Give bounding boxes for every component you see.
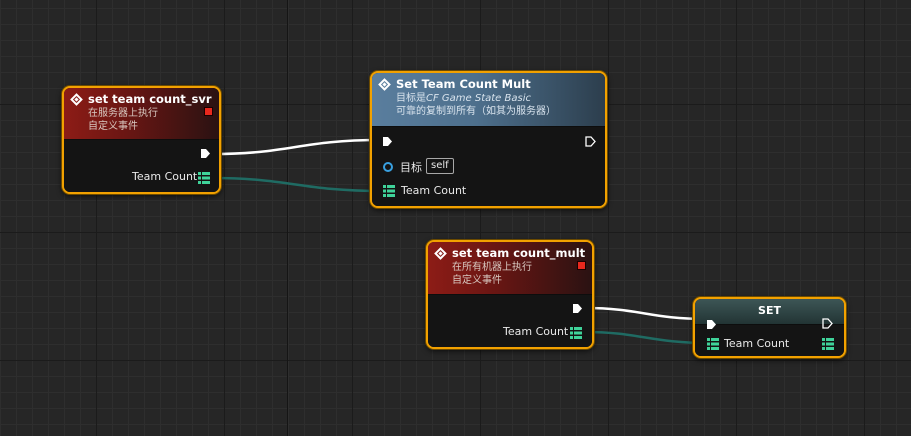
event-diamond-icon [434,247,447,260]
event-node-set-team-count-mult[interactable]: set team count_mult 在所有机器上执行 自定义事件 Team … [426,240,594,349]
node-title: set team count_mult [452,246,586,260]
node-title: set team count_svr [88,92,212,106]
node-body: Team Count [428,295,592,347]
function-node-set-team-count-mult[interactable]: Set Team Count Mult 目标是CF Game State Bas… [370,71,607,208]
exec-wire [584,306,707,321]
node-header: set team count_svr 在服务器上执行 自定义事件 [64,88,219,140]
node-body: Team Count [695,318,844,356]
exec-in-pin[interactable] [382,136,393,147]
variable-set-node[interactable]: SET Team Count [693,297,846,358]
pin-label: Team Count [401,184,467,197]
exec-out-pin[interactable] [200,148,211,159]
exec-in-pin[interactable] [706,319,717,330]
array-grid-icon[interactable] [198,172,210,184]
delegate-square-icon[interactable] [204,107,213,116]
target-pin[interactable] [383,162,393,172]
node-subtitle: 自定义事件 [452,275,502,286]
grid-major-line [287,0,288,436]
data-wire [583,330,711,345]
delegate-square-icon[interactable] [577,261,586,270]
event-node-set-team-count-svr[interactable]: set team count_svr 在服务器上执行 自定义事件 Team Co… [62,86,221,194]
pin-label: 目标 [400,161,422,174]
exec-out-pin[interactable] [572,303,583,314]
blueprint-graph-canvas[interactable]: set team count_svr 在服务器上执行 自定义事件 Team Co… [0,0,911,436]
node-subtitle: 在所有机器上执行 [452,262,532,273]
node-title: Set Team Count Mult [396,77,531,91]
array-grid-icon[interactable] [707,338,719,350]
target-prefix: 目标是 [396,93,426,104]
node-body: 目标 self Team Count [372,127,605,206]
exec-wire [212,138,381,156]
function-diamond-icon [378,78,391,91]
target-class: CF Game State Basic [426,93,531,104]
node-subtitle: 目标是CF Game State Basic [396,92,599,105]
node-subtitle: 可靠的复制到所有（如其为服务器） [396,106,556,117]
node-subtitle: 自定义事件 [88,121,138,132]
pin-label: Team Count [132,170,198,183]
wire-layer [211,138,711,345]
node-body: Team Count [64,140,219,192]
event-diamond-icon [70,93,83,106]
pin-label: Team Count [724,337,790,350]
node-header: set team count_mult 在所有机器上执行 自定义事件 [428,242,592,295]
node-title: SET [758,304,781,317]
node-subtitle: 在服务器上执行 [88,108,158,119]
target-self-value[interactable]: self [426,158,454,174]
array-grid-icon[interactable] [822,338,834,350]
exec-out-pin[interactable] [822,318,833,329]
node-header: Set Team Count Mult 目标是CF Game State Bas… [372,73,605,127]
array-grid-icon[interactable] [570,327,582,339]
exec-out-pin[interactable] [585,136,596,147]
data-wire [211,176,383,193]
pin-label: Team Count [503,325,569,338]
array-grid-icon[interactable] [383,185,395,197]
